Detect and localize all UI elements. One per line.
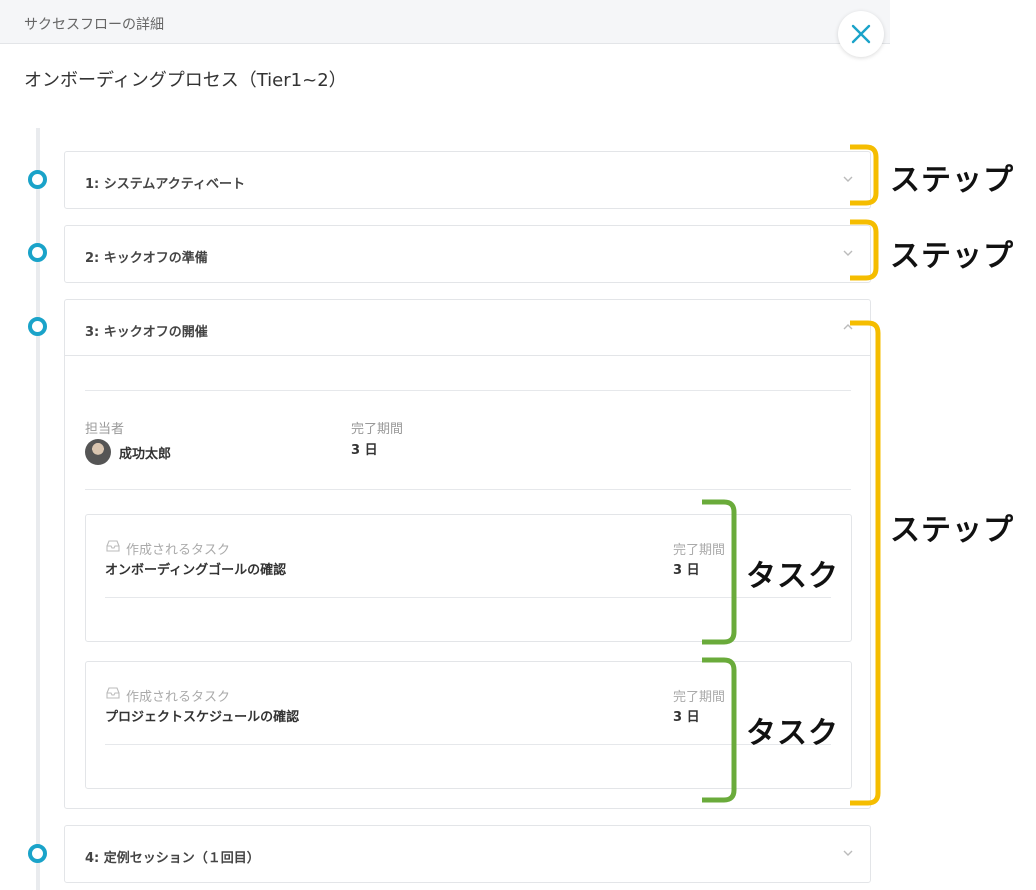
- task-kind-label: 作成されるタスク: [126, 690, 231, 705]
- timeline-dot-step-4: [28, 844, 47, 863]
- step-annotation: ステップ: [890, 163, 1014, 198]
- step-bracket-3: [850, 320, 881, 806]
- duration-value: 3 日: [351, 443, 378, 458]
- timeline-dot-step-3: [28, 317, 47, 336]
- task-due-value: 3 日: [673, 710, 700, 725]
- inbox-icon: [106, 540, 120, 552]
- step-card-2: 2: キックオフの準備: [64, 225, 871, 283]
- step-label: 4: 定例セッション（１回目）: [85, 851, 260, 866]
- step-header-1[interactable]: 1: システムアクティベート: [65, 152, 870, 208]
- step-header-2[interactable]: 2: キックオフの準備: [65, 226, 870, 282]
- step-card-4: 4: 定例セッション（１回目）: [64, 825, 871, 883]
- task-bracket-1: [702, 499, 737, 645]
- timeline-dot-step-2: [28, 243, 47, 262]
- close-button[interactable]: [838, 11, 884, 57]
- duration-label: 完了期間: [351, 422, 404, 437]
- modal-header: サクセスフローの詳細: [0, 0, 890, 44]
- assignee-name: 成功太郎: [119, 447, 172, 462]
- step-bracket-2: [850, 219, 879, 281]
- flow-title: オンボーディングプロセス（Tier1~2）: [24, 70, 347, 91]
- divider: [85, 390, 851, 391]
- step-annotation: ステップ: [890, 239, 1014, 274]
- step-label: 3: キックオフの開催: [85, 325, 208, 340]
- task-kind-label: 作成されるタスク: [126, 543, 231, 558]
- step-bracket-1: [850, 144, 879, 206]
- inbox-icon: [106, 687, 120, 699]
- task-name: オンボーディングゴールの確認: [105, 563, 287, 578]
- step-header-3[interactable]: 3: キックオフの開催: [65, 300, 870, 356]
- task-annotation: タスク: [746, 559, 839, 594]
- timeline-dot-step-1: [28, 170, 47, 189]
- task-annotation: タスク: [746, 716, 839, 751]
- step-header-4[interactable]: 4: 定例セッション（１回目）: [65, 826, 870, 882]
- step-label: 2: キックオフの準備: [85, 251, 208, 266]
- task-bracket-2: [702, 657, 737, 803]
- step-label: 1: システムアクティベート: [85, 177, 245, 192]
- assignee-label: 担当者: [85, 422, 125, 437]
- task-due-value: 3 日: [673, 563, 700, 578]
- close-icon: [851, 24, 871, 44]
- avatar: [85, 439, 111, 465]
- task-name: プロジェクトスケジュールの確認: [105, 710, 300, 725]
- step-card-1: 1: システムアクティベート: [64, 151, 871, 209]
- modal-header-title: サクセスフローの詳細: [24, 17, 164, 33]
- chevron-down-icon[interactable]: [842, 847, 854, 859]
- step-annotation: ステップ: [890, 513, 1014, 548]
- divider: [85, 489, 851, 490]
